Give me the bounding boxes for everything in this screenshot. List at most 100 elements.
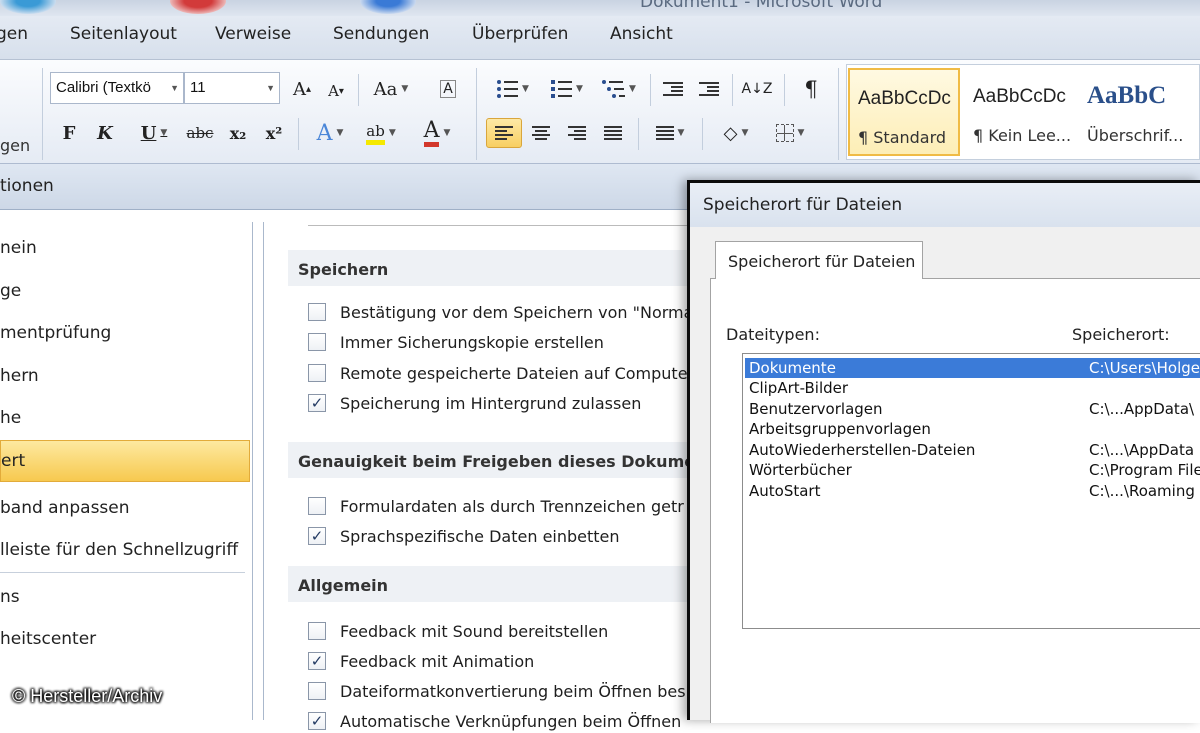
option-row[interactable]: Formulardaten als durch Trennzeichen get… (308, 494, 694, 518)
tab-sendungen[interactable]: Sendungen (333, 24, 429, 44)
nav-item-allgemein[interactable]: nein (0, 228, 250, 268)
decrease-indent-icon (663, 82, 683, 96)
option-label: Dateiformatkonvertierung beim Öffnen bes (340, 681, 686, 701)
nav-item-sprache[interactable]: he (0, 398, 250, 438)
option-row[interactable]: Remote gespeicherte Dateien auf Compute (308, 361, 694, 385)
nav-item-erweitert[interactable]: ert (0, 440, 250, 482)
nav-item-anzeige[interactable]: ge (0, 271, 250, 311)
checkbox[interactable] (308, 622, 326, 640)
ribbon-separator (476, 68, 477, 160)
option-row[interactable]: Bestätigung vor dem Speichern von "Norma (308, 300, 694, 324)
checkbox[interactable]: ✓ (308, 652, 326, 670)
align-center-button[interactable] (526, 118, 556, 148)
numbered-list-icon (551, 80, 573, 98)
option-row[interactable]: ✓ Sprachspezifische Daten einbetten (308, 524, 694, 548)
list-item[interactable]: Benutzervorlagen C:\...AppData\ (745, 399, 1200, 419)
option-row[interactable]: Dateiformatkonvertierung beim Öffnen bes (308, 679, 694, 703)
window-titlebar: Dokument1 - Microsoft Word (0, 0, 1200, 16)
shading-button[interactable]: ◇ ▼ (712, 118, 760, 148)
text-effects-button[interactable]: A ▼ (308, 118, 352, 148)
checkbox[interactable]: ✓ (308, 394, 326, 412)
checkbox[interactable] (308, 364, 326, 382)
nav-item-speichern[interactable]: hern (0, 356, 250, 396)
decrease-indent-button[interactable] (658, 74, 688, 104)
style-standard[interactable]: AaBbCcDc ¶ Standard (848, 68, 960, 156)
grow-font-button[interactable]: A ▴ (288, 74, 316, 104)
file-location: C:\Users\Holge (1089, 359, 1200, 377)
numbering-button[interactable]: ▼ (544, 74, 590, 104)
line-spacing-button[interactable]: ▼ (646, 118, 694, 148)
shrink-font-button[interactable]: A ▾ (322, 76, 350, 106)
option-row[interactable]: ✓ Speicherung im Hintergrund zulassen (308, 391, 694, 415)
list-item[interactable]: AutoWiederherstellen-Dateien C:\...\AppD… (745, 440, 1200, 460)
list-item[interactable]: Wörterbücher C:\Program File (745, 460, 1200, 480)
subscript-button[interactable]: x₂ (224, 118, 252, 148)
justify-button[interactable] (598, 118, 628, 148)
checkbox[interactable] (308, 497, 326, 515)
underline-icon: U (140, 122, 157, 144)
font-color-button[interactable]: A ▼ (412, 118, 462, 148)
style-name: Überschrif... (1087, 126, 1184, 145)
nav-item-sicherheitscenter[interactable]: heitscenter (0, 619, 250, 659)
underline-button[interactable]: U ▼ (130, 118, 178, 148)
align-left-icon (495, 126, 513, 140)
ribbon-tab-bar: gen Seitenlayout Verweise Sendungen Über… (0, 16, 1200, 60)
font-name-combo[interactable]: Calibri (Textkö ▼ (50, 72, 184, 104)
checkbox[interactable] (308, 303, 326, 321)
list-item[interactable]: Dokumente C:\Users\Holge (745, 358, 1200, 378)
highlight-button[interactable]: ab ▼ (356, 118, 406, 148)
nav-item-schnellzugriff[interactable]: lleiste für den Schnellzugriff (0, 530, 250, 570)
align-right-button[interactable] (562, 118, 592, 148)
align-left-button[interactable] (486, 118, 522, 148)
file-type: Wörterbücher (749, 461, 852, 479)
option-label: Feedback mit Sound bereitstellen (340, 621, 609, 641)
change-case-button[interactable]: Aa ▼ (368, 74, 414, 104)
office-orb-icon (0, 0, 56, 14)
superscript-button[interactable]: x² (260, 118, 288, 148)
increase-indent-button[interactable] (694, 74, 724, 104)
checkbox[interactable]: ✓ (308, 527, 326, 545)
checkbox[interactable]: ✓ (308, 712, 326, 730)
bold-button[interactable]: F (56, 118, 82, 148)
change-case-icon: Aa (373, 78, 398, 100)
strikethrough-button[interactable]: abc (184, 118, 216, 148)
chevron-down-icon[interactable]: ▼ (170, 83, 179, 93)
tab-start[interactable]: gen (0, 24, 28, 44)
tab-speicherort[interactable]: Speicherort für Dateien (715, 241, 923, 279)
show-formatting-button[interactable]: ¶ (796, 74, 826, 104)
multilevel-list-button[interactable]: ▼ (596, 74, 642, 104)
style-heading-1[interactable]: AaBbC Überschrif... (1079, 68, 1191, 156)
file-location: C:\Program File (1089, 461, 1200, 479)
list-item[interactable]: ClipArt-Bilder (745, 378, 1200, 398)
text-effects-icon: A (316, 120, 333, 146)
list-item[interactable]: Arbeitsgruppenvorlagen (745, 419, 1200, 439)
file-locations-list[interactable]: Dokumente C:\Users\Holge ClipArt-Bilder … (742, 353, 1200, 629)
nav-item-add-ins[interactable]: ns (0, 577, 250, 617)
option-row[interactable]: ✓ Feedback mit Animation (308, 649, 694, 673)
tab-verweise[interactable]: Verweise (215, 24, 291, 44)
option-row[interactable]: Feedback mit Sound bereitstellen (308, 619, 694, 643)
list-item[interactable]: AutoStart C:\...\Roaming (745, 481, 1200, 501)
options-title: tionen (0, 176, 54, 196)
option-label: Formulardaten als durch Trennzeichen get… (340, 496, 684, 516)
option-row[interactable]: ✓ Automatische Verknüpfungen beim Öffnen (308, 709, 694, 733)
option-label: Sprachspezifische Daten einbetten (340, 526, 620, 546)
clear-formatting-button[interactable]: A (430, 74, 466, 104)
style-no-spacing[interactable]: AaBbCcDc ¶ Kein Lee... (965, 68, 1077, 156)
italic-button[interactable]: K (92, 118, 118, 148)
tab-ansicht[interactable]: Ansicht (610, 24, 673, 44)
sort-button[interactable]: A↓Z (740, 74, 774, 104)
checkbox[interactable] (308, 682, 326, 700)
bullets-button[interactable]: ▼ (490, 74, 536, 104)
option-row[interactable]: Immer Sicherungskopie erstellen (308, 330, 694, 354)
nav-item-dokumentpruefung[interactable]: mentprüfung (0, 313, 250, 353)
nav-item-menueband[interactable]: band anpassen (0, 488, 250, 528)
checkbox[interactable] (308, 333, 326, 351)
borders-button[interactable]: ▼ (766, 118, 814, 148)
style-name: ¶ Kein Lee... (973, 126, 1072, 145)
font-size-combo[interactable]: 11 ▼ (184, 72, 280, 104)
bold-icon: F (62, 122, 76, 144)
tab-ueberpruefen[interactable]: Überprüfen (472, 24, 568, 44)
chevron-down-icon[interactable]: ▼ (266, 83, 275, 93)
tab-seitenlayout[interactable]: Seitenlayout (70, 24, 177, 44)
